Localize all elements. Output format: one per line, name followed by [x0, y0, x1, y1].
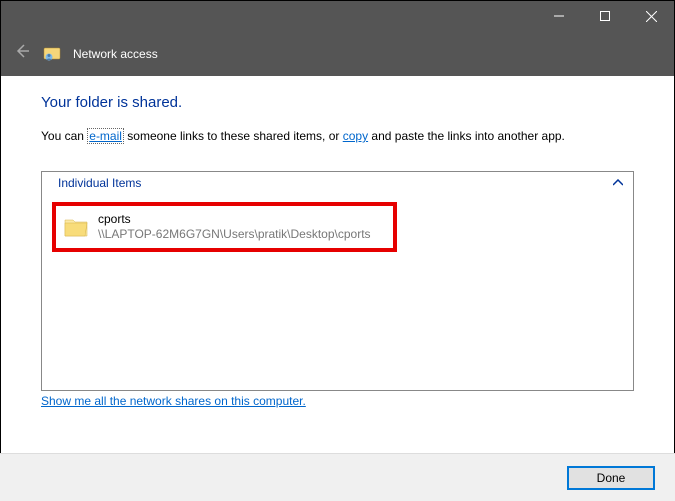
- panel-header-label: Individual Items: [58, 176, 141, 190]
- close-button[interactable]: [628, 1, 674, 31]
- back-arrow-icon[interactable]: [13, 42, 31, 65]
- page-heading: Your folder is shared.: [41, 94, 634, 111]
- desc-middle: someone links to these shared items, or: [124, 129, 343, 143]
- content-area: Your folder is shared. You can e-mail so…: [1, 76, 674, 418]
- network-access-icon: [43, 45, 61, 63]
- items-panel: Individual Items cports \\LAPTOP-62M6G7G…: [41, 171, 634, 391]
- headerbar: Network access: [1, 31, 674, 76]
- panel-body: cports \\LAPTOP-62M6G7GN\Users\pratik\De…: [42, 194, 633, 390]
- show-all-shares-link[interactable]: Show me all the network shares on this c…: [41, 394, 306, 408]
- description-text: You can e-mail someone links to these sh…: [41, 129, 634, 143]
- maximize-button[interactable]: [582, 1, 628, 31]
- item-texts: cports \\LAPTOP-62M6G7GN\Users\pratik\De…: [98, 212, 371, 242]
- email-link[interactable]: e-mail: [87, 128, 124, 144]
- folder-icon: [64, 216, 88, 238]
- shared-item-row[interactable]: cports \\LAPTOP-62M6G7GN\Users\pratik\De…: [52, 202, 397, 252]
- titlebar: [1, 1, 674, 31]
- footer: Done: [0, 453, 675, 501]
- done-button[interactable]: Done: [567, 466, 655, 490]
- desc-suffix: and paste the links into another app.: [368, 129, 565, 143]
- item-name: cports: [98, 212, 371, 227]
- window-title: Network access: [73, 47, 158, 61]
- panel-header[interactable]: Individual Items: [42, 172, 633, 194]
- item-path: \\LAPTOP-62M6G7GN\Users\pratik\Desktop\c…: [98, 227, 371, 242]
- copy-link[interactable]: copy: [343, 129, 368, 143]
- chevron-up-icon: [613, 177, 623, 189]
- minimize-button[interactable]: [536, 1, 582, 31]
- desc-prefix: You can: [41, 129, 87, 143]
